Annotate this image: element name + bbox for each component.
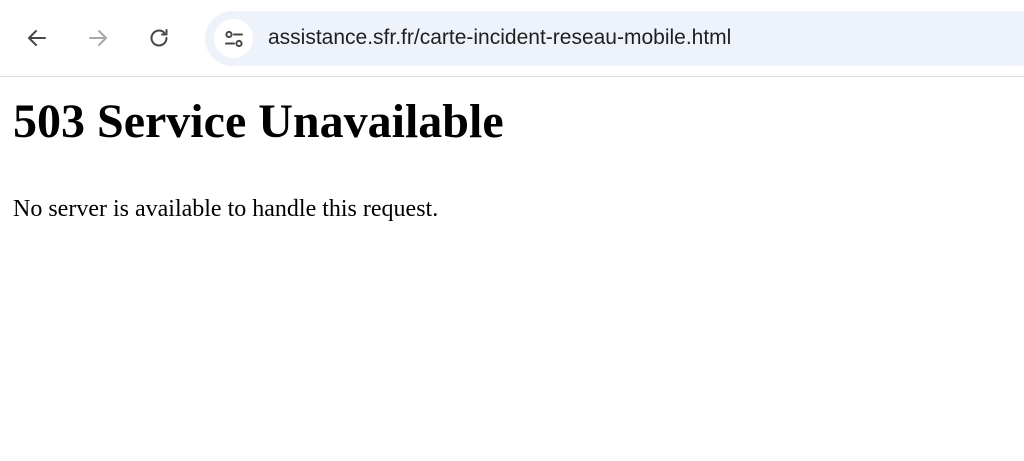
reload-icon: [150, 29, 168, 47]
browser-toolbar: assistance.sfr.fr/carte-incident-reseau-…: [0, 0, 1024, 77]
page-content: 503 Service Unavailable No server is ava…: [0, 78, 1024, 461]
address-bar[interactable]: assistance.sfr.fr/carte-incident-reseau-…: [205, 11, 1024, 66]
error-message: No server is available to handle this re…: [13, 196, 439, 222]
url-text[interactable]: assistance.sfr.fr/carte-incident-reseau-…: [268, 24, 731, 52]
arrow-left-icon: [28, 30, 46, 46]
page-title: 503 Service Unavailable: [13, 95, 504, 148]
reload-button[interactable]: [139, 18, 179, 58]
arrow-right-icon: [89, 30, 107, 46]
back-button[interactable]: [17, 18, 57, 58]
site-info-button[interactable]: [214, 19, 253, 58]
tune-icon: [224, 30, 243, 47]
forward-button[interactable]: [78, 18, 118, 58]
